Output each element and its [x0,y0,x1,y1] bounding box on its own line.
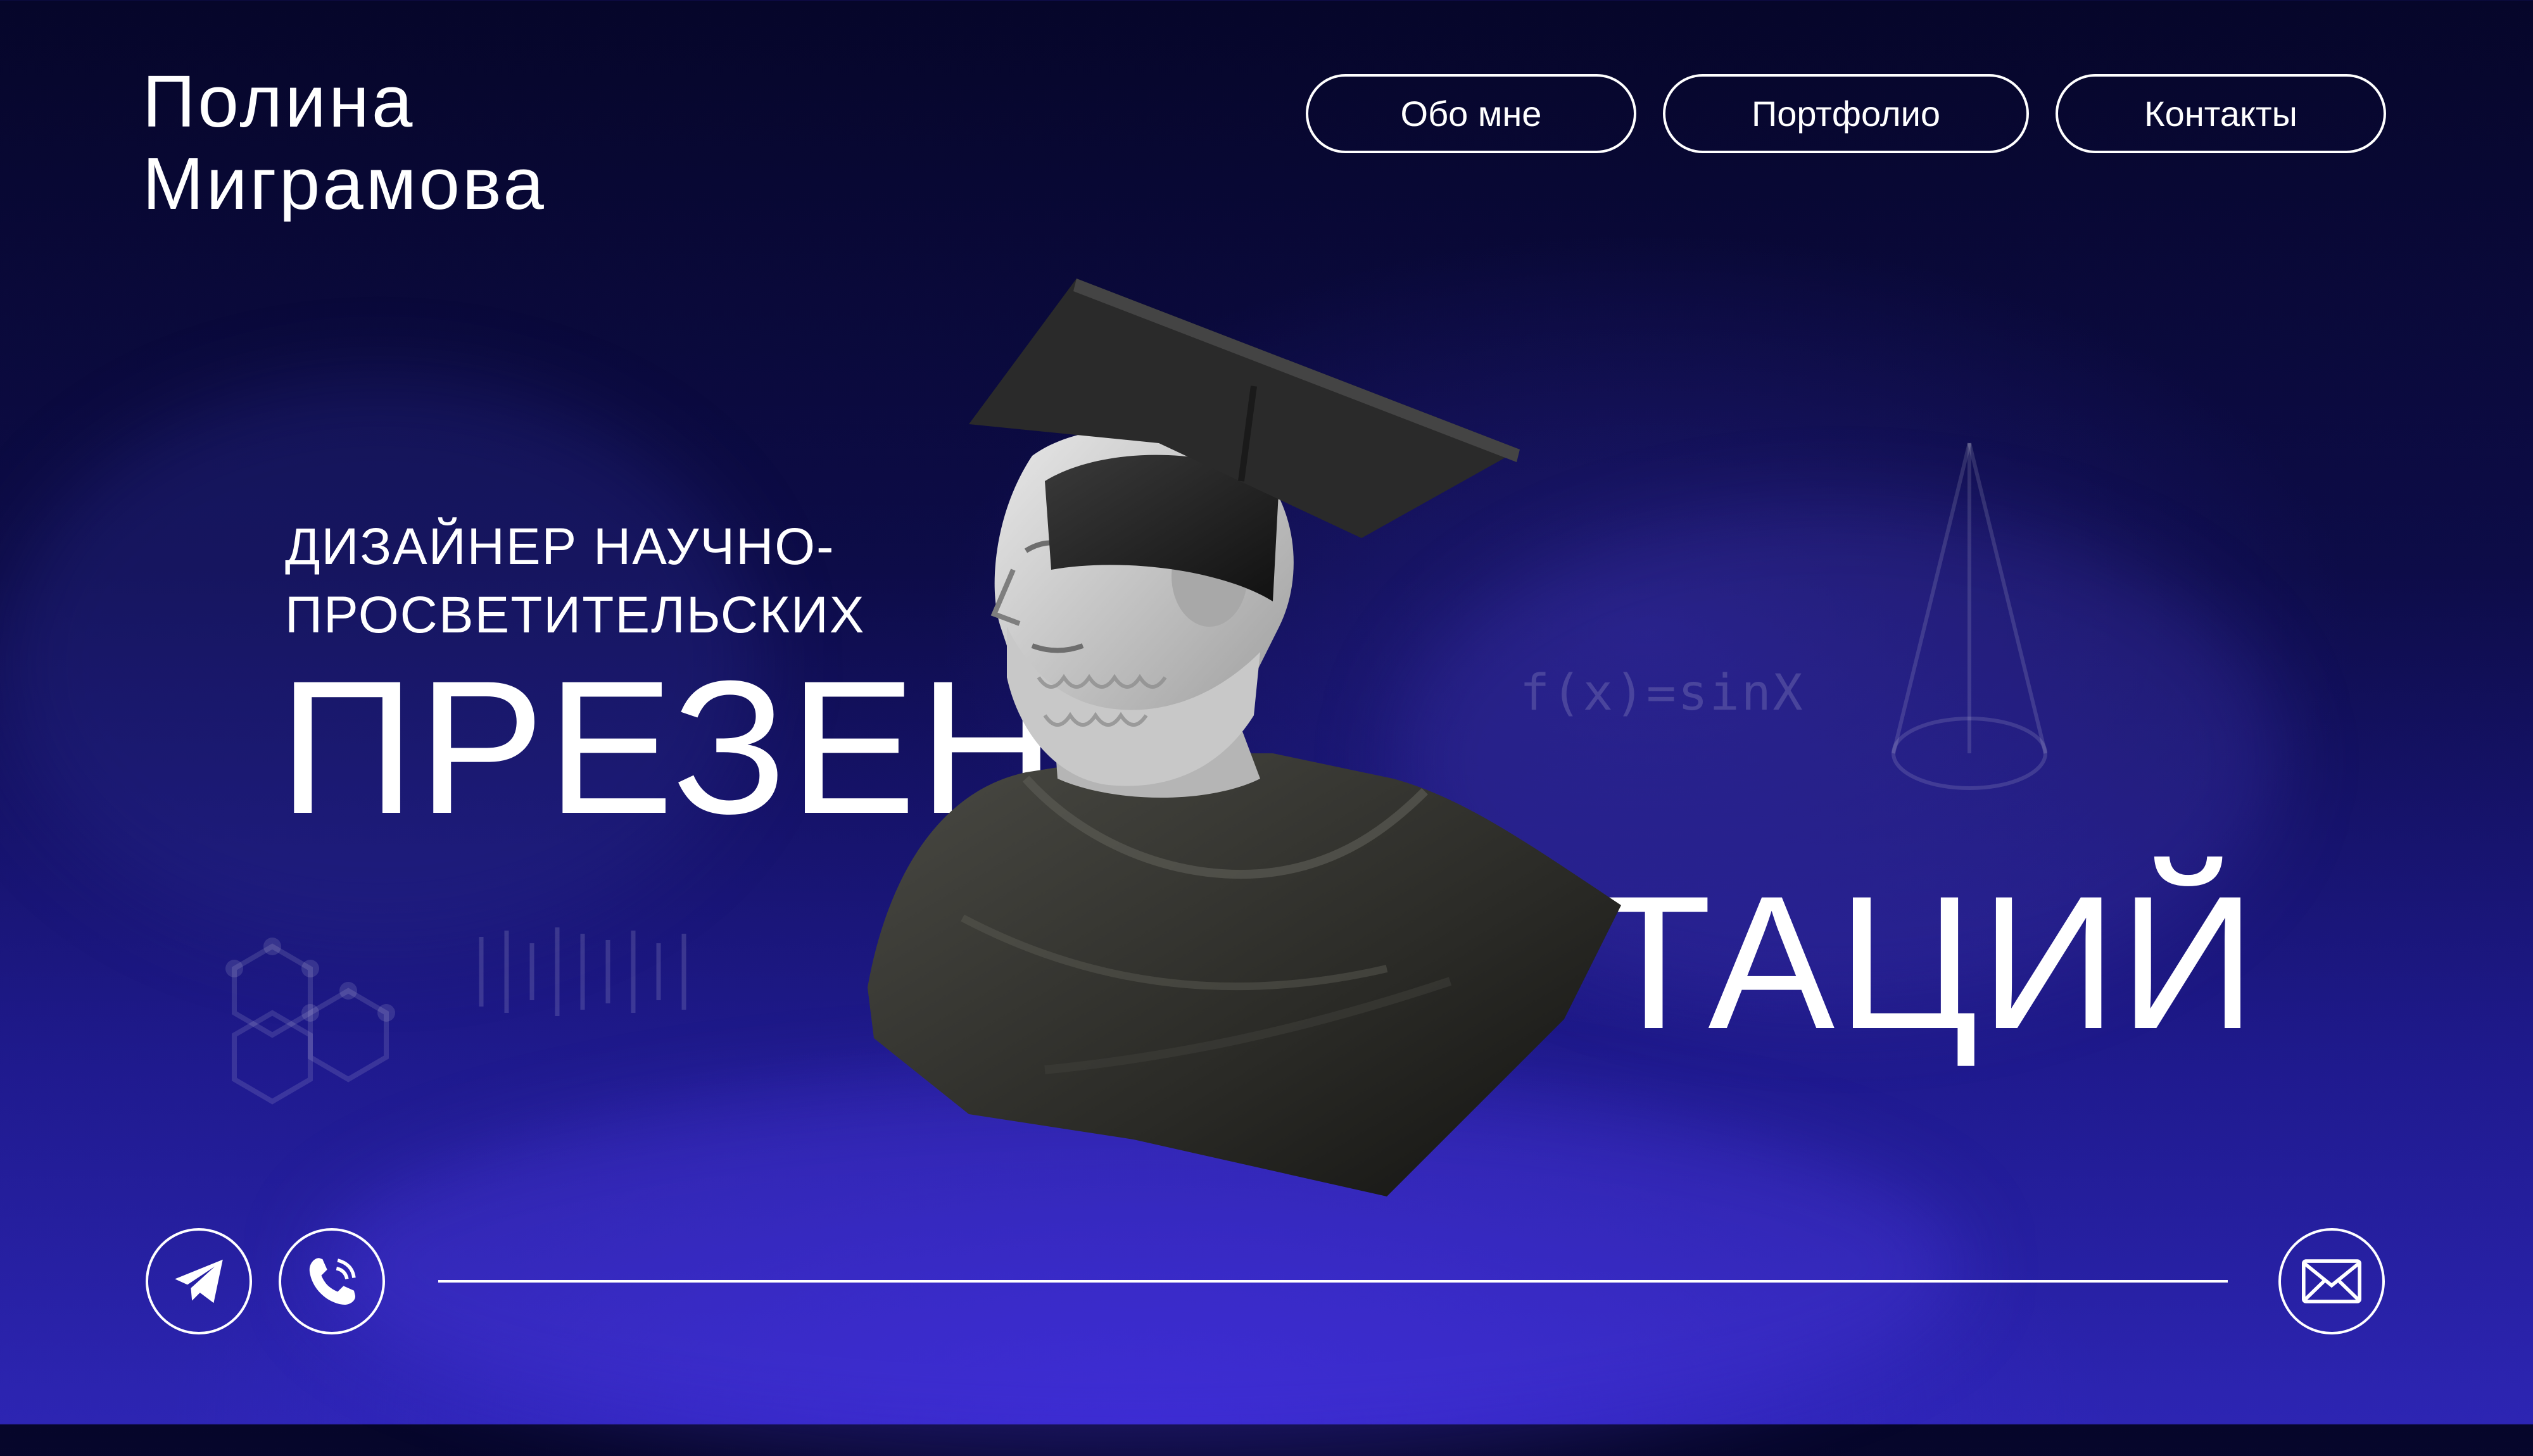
cone-geometry-icon [1892,442,2047,790]
logo-line-2: Миграмова [142,142,546,222]
hero-headline-part2: ТАЦИЙ [1596,856,2259,1069]
footer-divider [438,1280,2228,1283]
nav-about-button[interactable]: Обо мне [1306,74,1636,153]
hexagon-molecule-icon [225,938,395,1105]
dna-strand-icon [479,927,686,1016]
nav-portfolio-button[interactable]: Портфолио [1663,74,2029,153]
logo-line-1: Полина [142,63,415,142]
nav-contacts-button[interactable]: Контакты [2056,74,2386,153]
phone-button[interactable] [279,1228,385,1334]
logo[interactable]: Полина Миграмова [142,60,687,225]
phone-icon [309,1258,356,1305]
telegram-icon [175,1259,223,1303]
bust-illustration [868,279,1621,1196]
logo-wordmark: Полина Миграмова [142,60,546,225]
telegram-button[interactable] [146,1228,252,1334]
top-navigation: Обо мне Портфолио Контакты [1306,74,2386,153]
mail-icon [2302,1259,2361,1303]
mail-button[interactable] [2278,1228,2385,1334]
